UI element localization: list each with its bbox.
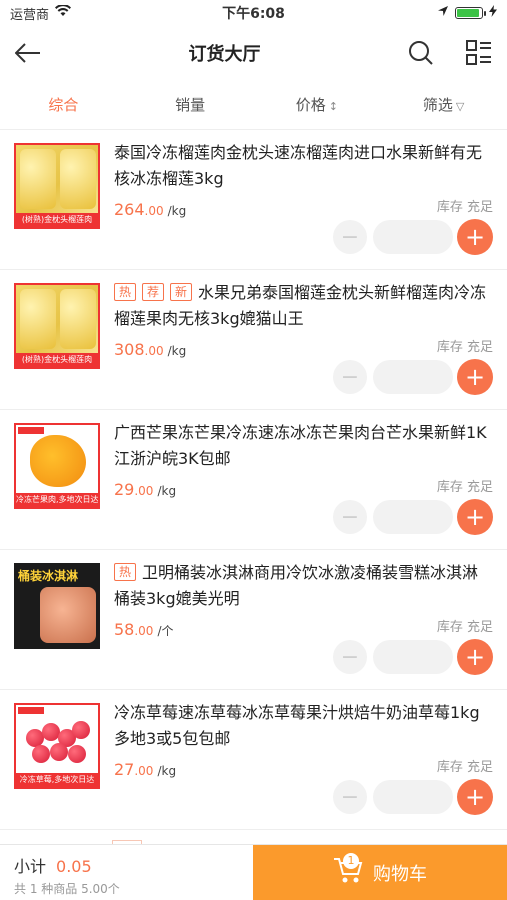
cart-summary: 小计 0.05 共 1 种商品 5.00个 [0, 845, 253, 900]
wifi-icon [55, 4, 72, 21]
tag-recommend: 荐 [142, 283, 165, 301]
increase-button[interactable]: + [457, 499, 493, 535]
stock-status: 库存 充足 [436, 340, 493, 355]
product-name[interactable]: 热荐新水果兄弟泰国榴莲金枕头新鲜榴莲肉冷冻榴莲果肉无核3kg媲猫山王 [114, 280, 493, 332]
stock-status: 库存 充足 [436, 200, 493, 215]
product-list: (树熟)金枕头榴莲肉 泰国冷冻榴莲肉金枕头速冻榴莲肉进口水果新鲜有无核冰冻榴莲3… [0, 130, 507, 850]
quantity-stepper: − + [333, 639, 493, 675]
product-item[interactable]: 冷冻芒果肉,多地次日达 广西芒果冻芒果冷冻速冻冰冻芒果肉台芒水果新鲜1K江浙沪皖… [0, 410, 507, 550]
quantity-input[interactable] [373, 360, 453, 394]
cart-item-summary: 共 1 种商品 5.00个 [14, 882, 120, 896]
subtotal-amount: 0.05 [56, 857, 92, 876]
back-icon[interactable] [12, 37, 44, 69]
filter-icon: ▽ [455, 100, 465, 113]
status-bar: 运营商 下午6:08 [0, 0, 507, 26]
image-caption: 冷冻草莓,多地次日达 [16, 773, 98, 787]
cart-count-badge: 1 [343, 853, 359, 869]
product-item[interactable]: (树熟)金枕头榴莲肉 热荐新水果兄弟泰国榴莲金枕头新鲜榴莲肉冷冻榴莲果肉无核3k… [0, 270, 507, 410]
tag-hot: 热 [114, 283, 137, 301]
tab-sales[interactable]: 销量 [127, 94, 254, 115]
quantity-stepper: − + [333, 359, 493, 395]
image-caption: 冷冻芒果肉,多地次日达 [16, 493, 98, 507]
quantity-input[interactable] [373, 220, 453, 254]
decrease-button[interactable]: − [333, 220, 367, 254]
quantity-input[interactable] [373, 500, 453, 534]
cart-footer: 小计 0.05 共 1 种商品 5.00个 1 购物车 [0, 844, 507, 900]
increase-button[interactable]: + [457, 219, 493, 255]
tab-label: 综合 [48, 96, 79, 114]
nav-bar: 订货大厅 [0, 26, 507, 80]
image-caption: (树熟)金枕头榴莲肉 [16, 353, 98, 367]
tab-label: 销量 [175, 96, 206, 114]
increase-button[interactable]: + [457, 779, 493, 815]
sort-arrows-icon: ↕ [328, 100, 338, 113]
stock-status: 库存 充足 [436, 760, 493, 775]
decrease-button[interactable]: − [333, 500, 367, 534]
cart-button[interactable]: 1 购物车 [253, 845, 507, 900]
tab-label: 价格 [295, 96, 326, 114]
decrease-button[interactable]: − [333, 360, 367, 394]
product-image[interactable]: 冷冻草莓,多地次日达 [14, 703, 100, 789]
increase-button[interactable]: + [457, 639, 493, 675]
tag-hot: 热 [114, 563, 137, 581]
product-item[interactable]: 桶装冰淇淋 热卫明桶装冰淇淋商用冷饮冰激凌桶装雪糕冰淇淋桶装3kg媲美光明 58… [0, 550, 507, 690]
tag-new: 新 [170, 283, 193, 301]
product-image[interactable]: 桶装冰淇淋 [14, 563, 100, 649]
charging-icon [489, 5, 497, 21]
increase-button[interactable]: + [457, 359, 493, 395]
search-icon[interactable] [405, 37, 437, 69]
cart-label: 购物车 [373, 863, 427, 885]
quantity-input[interactable] [373, 640, 453, 674]
product-image[interactable]: (树熟)金枕头榴莲肉 [14, 143, 100, 229]
battery-icon [455, 7, 486, 19]
product-name[interactable]: 广西芒果冻芒果冷冻速冻冰冻芒果肉台芒水果新鲜1K江浙沪皖3K包邮 [114, 420, 493, 472]
subtotal-label: 小计 [14, 857, 47, 876]
product-name[interactable]: 泰国冷冻榴莲肉金枕头速冻榴莲肉进口水果新鲜有无核冰冻榴莲3kg [114, 140, 493, 192]
tab-filter[interactable]: 筛选 ▽ [380, 94, 507, 115]
image-caption: 桶装冰淇淋 [18, 569, 79, 583]
decrease-button[interactable]: − [333, 780, 367, 814]
carrier-label: 运营商 [10, 7, 50, 23]
tab-price[interactable]: 价格 ↕ [254, 94, 381, 115]
image-caption: (树熟)金枕头榴莲肉 [16, 213, 98, 227]
decrease-button[interactable]: − [333, 640, 367, 674]
list-view-icon[interactable] [463, 37, 495, 69]
quantity-stepper: − + [333, 219, 493, 255]
product-name[interactable]: 热卫明桶装冰淇淋商用冷饮冰激凌桶装雪糕冰淇淋桶装3kg媲美光明 [114, 560, 493, 612]
clock: 下午6:08 [222, 6, 285, 22]
product-name[interactable]: 冷冻草莓速冻草莓冰冻草莓果汁烘焙牛奶油草莓1kg多地3或5包包邮 [114, 700, 493, 752]
quantity-stepper: − + [333, 779, 493, 815]
sort-tabs: 综合 销量 价格 ↕ 筛选 ▽ [0, 80, 507, 130]
stock-status: 库存 充足 [436, 620, 493, 635]
product-item[interactable]: (树熟)金枕头榴莲肉 泰国冷冻榴莲肉金枕头速冻榴莲肉进口水果新鲜有无核冰冻榴莲3… [0, 130, 507, 270]
page-title: 订货大厅 [188, 44, 261, 65]
product-image[interactable]: 冷冻芒果肉,多地次日达 [14, 423, 100, 509]
product-image[interactable]: (树熟)金枕头榴莲肉 [14, 283, 100, 369]
tab-label: 筛选 [422, 96, 453, 114]
product-item[interactable]: 冷冻草莓,多地次日达 冷冻草莓速冻草莓冰冻草莓果汁烘焙牛奶油草莓1kg多地3或5… [0, 690, 507, 830]
tab-comprehensive[interactable]: 综合 [0, 94, 127, 115]
quantity-input[interactable] [373, 780, 453, 814]
stock-status: 库存 充足 [436, 480, 493, 495]
quantity-stepper: − + [333, 499, 493, 535]
location-icon [437, 5, 449, 21]
